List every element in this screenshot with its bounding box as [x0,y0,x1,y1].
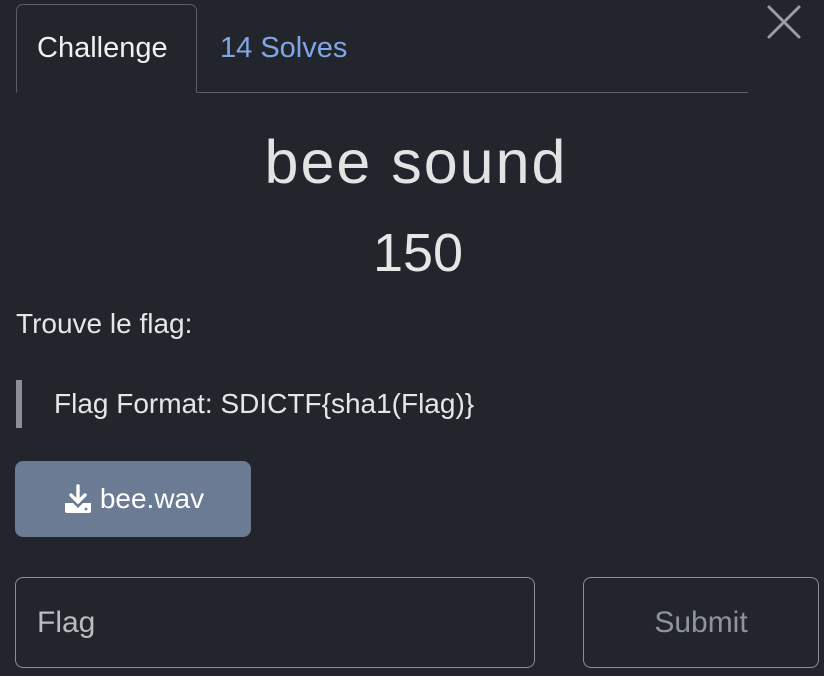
close-icon [767,5,801,39]
submit-label: Submit [654,605,748,639]
close-button[interactable] [766,4,802,40]
tab-bar: Challenge 14 Solves [16,4,748,93]
submit-button[interactable]: Submit [583,577,819,668]
flag-format-note: Flag Format: SDICTF{sha1(Flag)} [16,380,474,428]
challenge-modal: Challenge 14 Solves bee sound 150 Trouve… [0,0,824,676]
challenge-description: Trouve le flag: [16,308,193,339]
flag-format-text: Flag Format: SDICTF{sha1(Flag)} [54,388,475,419]
download-file-button[interactable]: bee.wav [15,461,251,537]
challenge-name: bee sound [264,128,568,196]
download-file-label: bee.wav [99,483,205,514]
tab-challenge[interactable]: Challenge [16,4,197,93]
challenge-value: 150 [372,223,464,283]
flag-input[interactable] [15,577,535,668]
tab-challenge-label: Challenge [37,32,168,64]
tab-solves[interactable]: 14 Solves [220,4,347,92]
tab-solves-label: 14 Solves [220,31,348,64]
download-icon [64,484,91,513]
